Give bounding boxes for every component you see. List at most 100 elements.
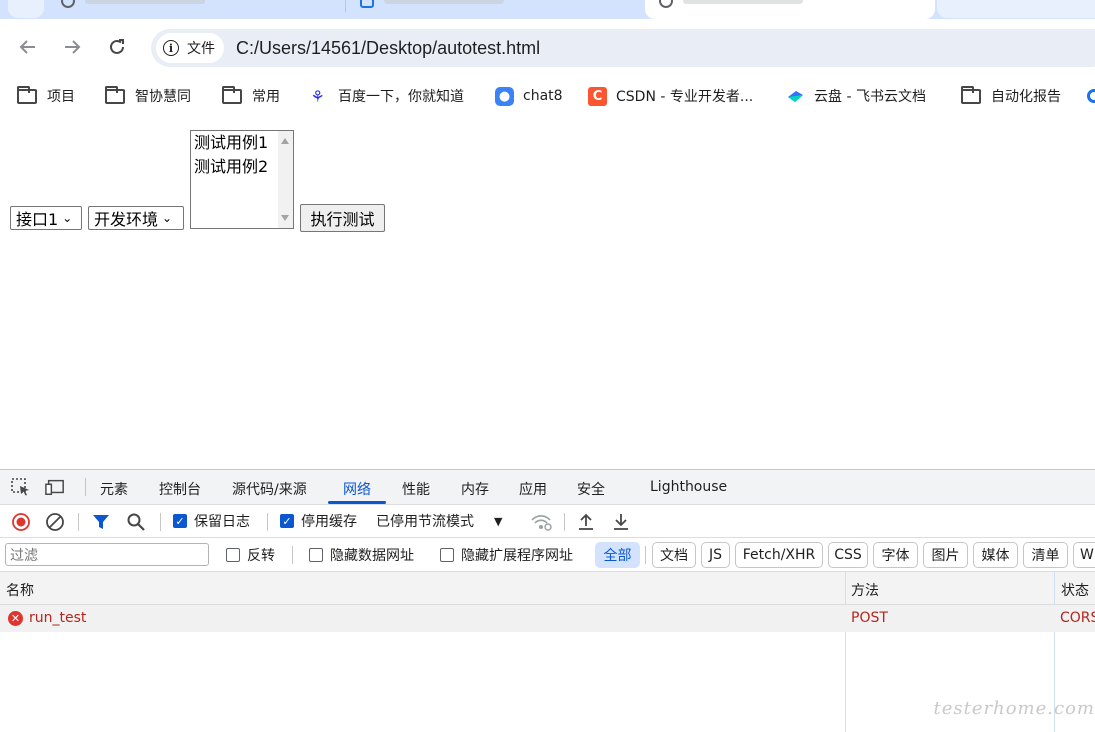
toolbar-divider (564, 513, 565, 531)
testcase-listbox[interactable]: 测试用例1 测试用例2 (190, 130, 294, 229)
info-icon: i (163, 40, 179, 56)
page-content: 接口1 ⌄ 开发环境 ⌄ 测试用例1 测试用例2 执行测试 (0, 115, 1095, 469)
watermark: testerhome.com (933, 698, 1095, 719)
column-status[interactable]: 状态 (1061, 580, 1089, 600)
devtools-tab-sources[interactable]: 源代码/来源 (232, 479, 307, 499)
bookmark-2[interactable]: 常用 (222, 84, 280, 108)
column-method[interactable]: 方法 (851, 580, 879, 600)
shield-icon (360, 0, 374, 8)
globe-icon (659, 0, 673, 8)
disable-cache-label: 停用缓存 (301, 514, 357, 530)
invert-label: 反转 (247, 548, 275, 564)
bookmark-overflow[interactable] (1087, 84, 1095, 108)
tab-4[interactable] (937, 0, 1095, 18)
filter-divider (292, 546, 293, 564)
filter-type-img[interactable]: 图片 (923, 542, 968, 568)
bookmark-6[interactable]: 云盘 - 飞书云文档 (786, 84, 926, 108)
clear-icon[interactable] (45, 512, 65, 532)
hide-data-urls-checkbox[interactable]: 隐藏数据网址 (309, 545, 414, 565)
bookmark-5[interactable]: C CSDN - 专业开发者... (588, 84, 753, 108)
devtools-tab-lighthouse[interactable]: Lighthouse (650, 479, 727, 495)
tab-pinned[interactable] (8, 0, 44, 18)
hide-extension-urls-checkbox[interactable]: 隐藏扩展程序网址 (440, 545, 573, 565)
filter-type-fetch-xhr[interactable]: Fetch/XHR (735, 542, 823, 568)
bookmark-3[interactable]: ⚘ 百度一下，你就知道 (308, 84, 464, 108)
scroll-up-icon[interactable] (281, 138, 289, 144)
network-filter-bar: 过滤 反转 隐藏数据网址 隐藏扩展程序网址 全部 文档 JS Fetch/XHR… (0, 538, 1095, 572)
tab-1[interactable] (47, 0, 345, 18)
scroll-down-icon[interactable] (281, 215, 289, 221)
column-name[interactable]: 名称 (6, 580, 34, 600)
env-select[interactable]: 开发环境 ⌄ (88, 206, 184, 230)
bookmark-label: chat8 (523, 88, 563, 104)
listbox-scrollbar[interactable] (278, 131, 293, 228)
tab-divider (85, 478, 86, 496)
request-method: POST (851, 610, 888, 626)
filter-type-all[interactable]: 全部 (595, 542, 640, 568)
filter-type-manifest[interactable]: 清单 (1023, 542, 1068, 568)
table-row[interactable]: ✕ run_test POST CORS (0, 605, 1095, 632)
site-info-label: 文件 (187, 41, 215, 57)
inspect-element-icon[interactable] (11, 478, 31, 496)
bookmark-0[interactable]: 项目 (17, 84, 75, 108)
error-icon: ✕ (8, 611, 23, 626)
address-bar[interactable]: i 文件 C:/Users/14561/Desktop/autotest.htm… (151, 29, 1095, 67)
filter-type-ws[interactable]: W (1073, 542, 1095, 568)
request-status: CORS (1060, 610, 1095, 626)
devtools-tabbar: 元素 控制台 源代码/来源 网络 性能 内存 应用 安全 Lighthouse (0, 470, 1095, 505)
network-toolbar: ✓ 保留日志 ✓ 停用缓存 已停用节流模式 ▼ (0, 505, 1095, 538)
filter-placeholder: 过滤 (10, 547, 38, 564)
search-icon[interactable] (126, 512, 146, 532)
filter-type-css[interactable]: CSS (828, 542, 868, 568)
env-select-value: 开发环境 (94, 210, 159, 229)
throttling-select[interactable]: 已停用节流模式 ▼ (376, 511, 502, 531)
filter-icon[interactable] (92, 513, 110, 531)
filter-divider (645, 546, 646, 564)
devtools-tab-memory[interactable]: 内存 (461, 479, 489, 499)
bookmark-label: 智协慧同 (135, 89, 191, 105)
devtools-panel: 元素 控制台 源代码/来源 网络 性能 内存 应用 安全 Lighthouse … (0, 469, 1095, 732)
filter-type-doc[interactable]: 文档 (652, 542, 696, 568)
record-stop-icon[interactable] (11, 512, 31, 532)
bookmark-7[interactable]: 自动化报告 (961, 84, 1061, 108)
invert-checkbox[interactable]: 反转 (226, 545, 275, 565)
network-conditions-icon[interactable] (530, 513, 552, 531)
bookmark-1[interactable]: 智协慧同 (105, 84, 191, 108)
bookmark-4[interactable]: ● chat8 (495, 84, 563, 108)
filter-type-media[interactable]: 媒体 (973, 542, 1018, 568)
chevron-down-icon: ⌄ (162, 211, 173, 225)
filter-type-font[interactable]: 字体 (873, 542, 918, 568)
hide-extension-urls-label: 隐藏扩展程序网址 (461, 548, 573, 564)
back-button[interactable] (14, 33, 42, 61)
export-har-icon[interactable] (612, 512, 630, 532)
devtools-tab-security[interactable]: 安全 (577, 479, 605, 499)
filter-input[interactable]: 过滤 (5, 543, 209, 566)
forward-button[interactable] (58, 33, 86, 61)
api-select[interactable]: 接口1 ⌄ (10, 206, 82, 230)
devtools-tab-performance[interactable]: 性能 (402, 479, 430, 499)
import-har-icon[interactable] (577, 512, 595, 532)
globe-icon (61, 0, 75, 8)
checkbox-unchecked-icon (226, 548, 240, 562)
tab-title-placeholder (683, 0, 803, 4)
throttling-value: 已停用节流模式 (376, 514, 474, 530)
preserve-log-checkbox[interactable]: ✓ 保留日志 (173, 511, 250, 531)
request-name: run_test (29, 610, 87, 626)
url-text[interactable]: C:/Users/14561/Desktop/autotest.html (236, 38, 540, 59)
run-test-button[interactable]: 执行测试 (300, 204, 385, 232)
checkbox-checked-icon: ✓ (173, 514, 187, 528)
devtools-tab-console[interactable]: 控制台 (159, 479, 201, 499)
tab-active[interactable] (645, 0, 935, 19)
disable-cache-checkbox[interactable]: ✓ 停用缓存 (280, 511, 357, 531)
devtools-tab-elements[interactable]: 元素 (100, 479, 128, 499)
api-select-value: 接口1 (16, 210, 59, 229)
devtools-tab-network[interactable]: 网络 (343, 479, 371, 499)
reload-button[interactable] (103, 33, 131, 61)
devtools-tab-application[interactable]: 应用 (519, 479, 547, 499)
toolbar-divider (78, 513, 79, 531)
site-info-chip[interactable]: i 文件 (156, 33, 224, 63)
filter-type-js[interactable]: JS (701, 542, 730, 568)
preserve-log-label: 保留日志 (194, 514, 250, 530)
tab-2[interactable] (346, 0, 643, 18)
device-toolbar-icon[interactable] (45, 478, 65, 496)
